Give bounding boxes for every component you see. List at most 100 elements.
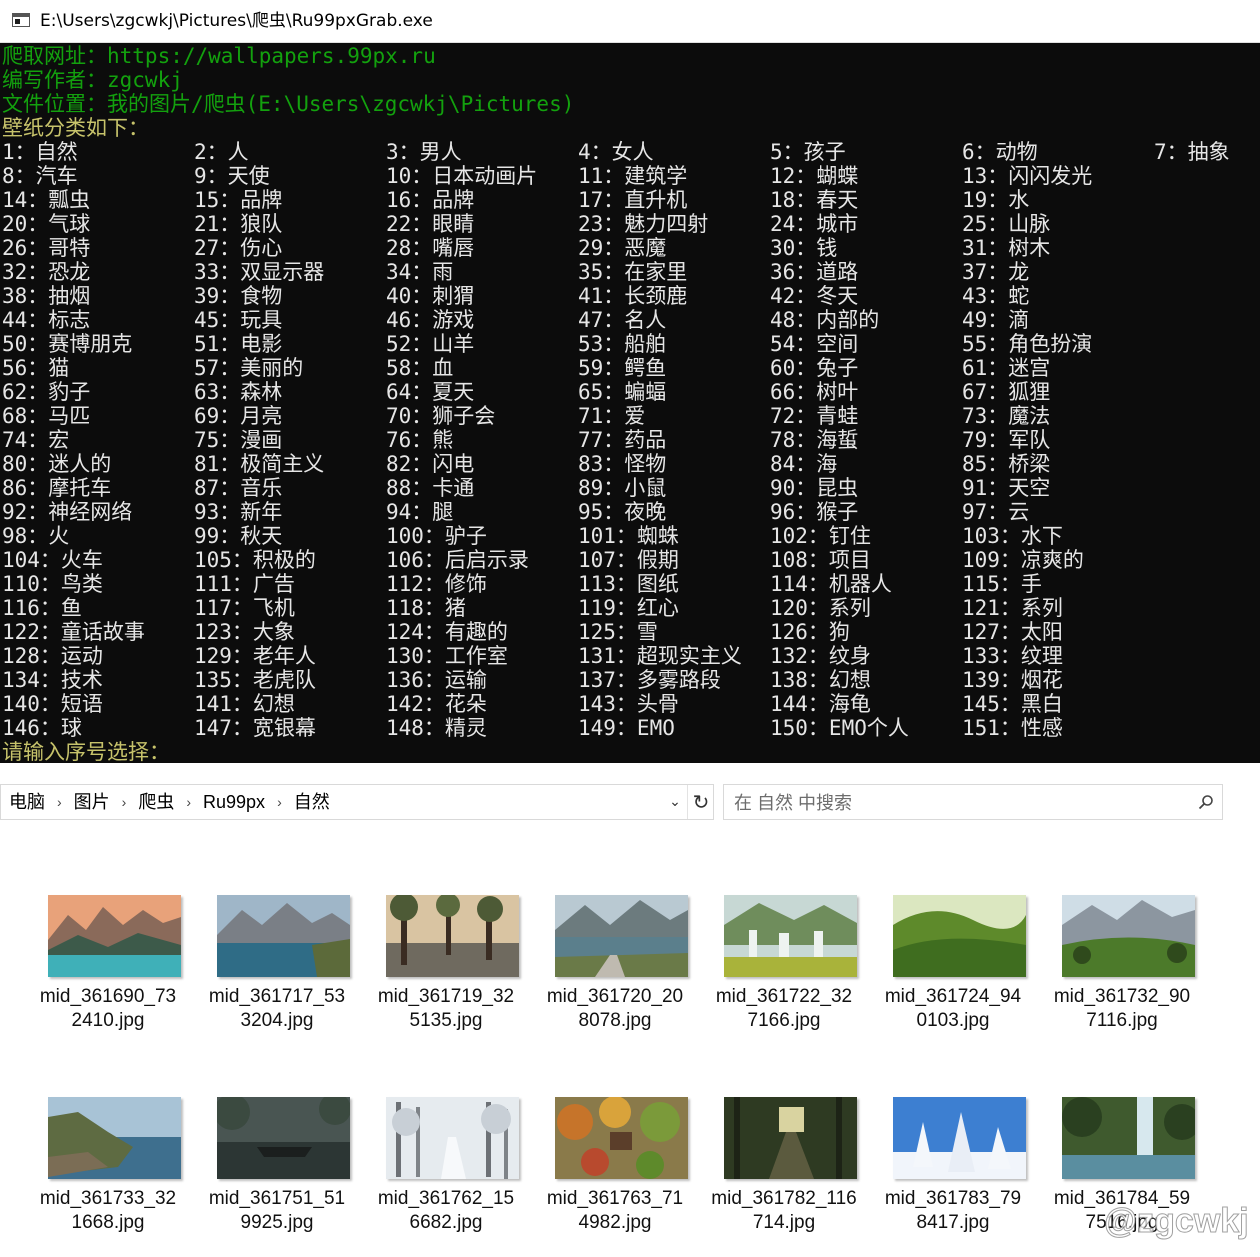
category-entry: 130：工作室: [386, 644, 508, 668]
file-item[interactable]: mid_361751_519925.jpg: [204, 1097, 354, 1257]
category-entry: 117：飞机: [194, 596, 295, 620]
category-entry: 74：宏: [2, 428, 70, 452]
category-entry: 141：幻想: [194, 692, 295, 716]
category-entry: 89：小鼠: [578, 476, 667, 500]
search-box[interactable]: [723, 784, 1223, 820]
category-entry: 34：雨: [386, 260, 454, 284]
category-entry: 8：汽车: [2, 164, 78, 188]
category-entry: 138：幻想: [770, 668, 871, 692]
file-name: mid_361732_907116.jpg: [1053, 986, 1191, 1031]
category-entry: 47：名人: [578, 308, 667, 332]
category-entry: 129：老年人: [194, 644, 316, 668]
breadcrumb-item[interactable]: 自然: [294, 785, 330, 819]
category-entry: 101：蜘蛛: [578, 524, 679, 548]
breadcrumb-item[interactable]: Ru99px: [203, 785, 265, 819]
file-item[interactable]: mid_361732_907116.jpg: [1049, 895, 1199, 1055]
category-entry: 65：蝙蝠: [578, 380, 667, 404]
category-entry: 125：雪: [578, 620, 658, 644]
category-entry: 115：手: [962, 572, 1042, 596]
image-thumbnail: [724, 895, 857, 977]
category-entry: 61：迷宫: [962, 356, 1051, 380]
category-entry: 119：红心: [578, 596, 679, 620]
category-entry: 91：天空: [962, 476, 1051, 500]
refresh-button[interactable]: ↻: [687, 785, 714, 819]
category-entry: 140：短语: [2, 692, 103, 716]
console-header-line: 爬取网址：https://wallpapers.99px.ru: [2, 44, 436, 68]
search-input[interactable]: [732, 788, 1186, 818]
console-output[interactable]: 爬取网址：https://wallpapers.99px.ru 编写作者：zgcw…: [0, 43, 1260, 763]
category-entry: 32：恐龙: [2, 260, 91, 284]
image-thumbnail: [217, 1097, 350, 1179]
breadcrumb-item[interactable]: 图片: [74, 785, 110, 819]
category-entry: 56：猫: [2, 356, 70, 380]
category-entry: 25：山脉: [962, 212, 1051, 236]
console-app-icon: [12, 13, 30, 27]
category-entry: 75：漫画: [194, 428, 283, 452]
file-item[interactable]: mid_361722_327166.jpg: [711, 895, 861, 1055]
category-entry: 7：抽象: [1154, 140, 1230, 164]
breadcrumb-item[interactable]: 爬虫: [138, 785, 174, 819]
file-item[interactable]: mid_361763_714982.jpg: [542, 1097, 692, 1257]
refresh-icon: ↻: [692, 790, 710, 814]
category-entry: 66：树叶: [770, 380, 859, 404]
file-item[interactable]: mid_361690_732410.jpg: [35, 895, 185, 1055]
breadcrumb-item[interactable]: 电脑: [9, 785, 45, 819]
category-entry: 87：音乐: [194, 476, 283, 500]
search-icon[interactable]: [1198, 794, 1214, 810]
category-entry: 111：广告: [194, 572, 295, 596]
file-name: mid_361720_208078.jpg: [546, 986, 684, 1031]
file-name: mid_361783_798417.jpg: [884, 1188, 1022, 1233]
category-entry: 139：烟花: [962, 668, 1063, 692]
file-item[interactable]: mid_361783_798417.jpg: [880, 1097, 1030, 1257]
file-item[interactable]: mid_361724_940103.jpg: [880, 895, 1030, 1055]
image-thumbnail: [48, 1097, 181, 1179]
category-entry: 53：船舶: [578, 332, 667, 356]
image-thumbnail: [386, 895, 519, 977]
category-entry: 107：假期: [578, 548, 679, 572]
category-entry: 28：嘴唇: [386, 236, 475, 260]
address-history-dropdown[interactable]: ⌄: [663, 785, 687, 819]
category-entry: 103：水下: [962, 524, 1063, 548]
category-entry: 59：鳄鱼: [578, 356, 667, 380]
image-thumbnail: [893, 1097, 1026, 1179]
chevron-right-icon[interactable]: ›: [122, 785, 127, 819]
category-entry: 116：鱼: [2, 596, 82, 620]
file-item[interactable]: mid_361720_208078.jpg: [542, 895, 692, 1055]
file-name: mid_361724_940103.jpg: [884, 986, 1022, 1031]
address-bar[interactable]: 电脑 › 图片 › 爬虫 › Ru99px › 自然 ⌄ ↻: [0, 784, 714, 820]
console-header-line: 壁纸分类如下：: [2, 116, 149, 140]
category-entry: 73：魔法: [962, 404, 1051, 428]
chevron-right-icon[interactable]: ›: [186, 785, 191, 819]
category-entry: 76：熊: [386, 428, 454, 452]
file-item[interactable]: mid_361782_116714.jpg: [711, 1097, 861, 1257]
category-entry: 70：狮子会: [386, 404, 496, 428]
category-entry: 18：春天: [770, 188, 859, 212]
category-entry: 15：品牌: [194, 188, 283, 212]
category-entry: 147：宽银幕: [194, 716, 316, 740]
category-entry: 151：性感: [962, 716, 1063, 740]
category-entry: 96：猴子: [770, 500, 859, 524]
category-entry: 54：空间: [770, 332, 859, 356]
category-entry: 35：在家里: [578, 260, 688, 284]
file-name: mid_361762_156682.jpg: [377, 1188, 515, 1233]
category-entry: 44：标志: [2, 308, 91, 332]
category-entry: 24：城市: [770, 212, 859, 236]
file-item[interactable]: mid_361733_321668.jpg: [35, 1097, 185, 1257]
window-title: E:\Users\zgcwkj\Pictures\爬虫\Ru99pxGrab.e…: [40, 11, 433, 31]
category-entry: 50：赛博朋克: [2, 332, 133, 356]
category-entry: 48：内部的: [770, 308, 880, 332]
category-entry: 36：道路: [770, 260, 859, 284]
category-entry: 38：抽烟: [2, 284, 91, 308]
file-item[interactable]: mid_361719_325135.jpg: [373, 895, 523, 1055]
category-entry: 67：狐狸: [962, 380, 1051, 404]
category-entry: 127：太阳: [962, 620, 1063, 644]
category-entry: 114：机器人: [770, 572, 892, 596]
category-entry: 11：建筑学: [578, 164, 688, 188]
file-item[interactable]: mid_361762_156682.jpg: [373, 1097, 523, 1257]
file-item[interactable]: mid_361717_533204.jpg: [204, 895, 354, 1055]
console-input-prompt[interactable]: 请输入序号选择：: [2, 740, 170, 763]
chevron-right-icon[interactable]: ›: [277, 785, 282, 819]
category-entry: 2：人: [194, 140, 249, 164]
chevron-right-icon[interactable]: ›: [57, 785, 62, 819]
image-thumbnail: [724, 1097, 857, 1179]
